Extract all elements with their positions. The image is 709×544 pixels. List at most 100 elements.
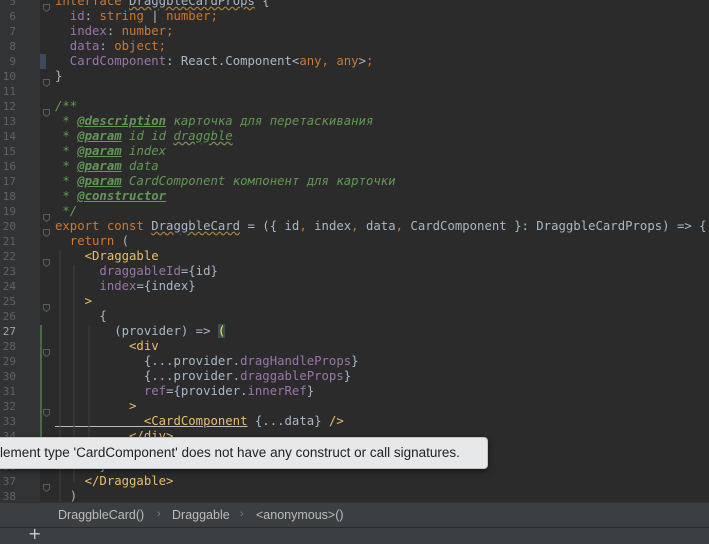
bottom-toolbar: + (0, 526, 709, 544)
code-line[interactable]: 30 {...provider.draggableProps} (0, 369, 709, 384)
code-line[interactable]: 31 ref={provider.innerRef} (0, 384, 709, 399)
code-token: any (299, 54, 322, 68)
fold-marker-icon[interactable] (43, 102, 50, 118)
code-token: index (55, 279, 137, 293)
code-line[interactable]: 13 * @description карточка для перетаски… (0, 114, 709, 129)
code-token: ref (55, 384, 167, 398)
fold-marker-icon[interactable] (43, 402, 50, 418)
code-token: } (306, 384, 315, 398)
code-line[interactable]: 8 data: object; (0, 39, 709, 54)
code-line[interactable]: 19 */ (0, 204, 709, 223)
code-token: <div (55, 339, 159, 353)
code-line[interactable]: 24 index={index} (0, 279, 709, 294)
code-token: id id (121, 129, 174, 143)
code-line[interactable]: 38 ) (0, 489, 709, 502)
code-line[interactable]: 22 <Draggable (0, 249, 709, 268)
breadcrumb-item-draggblecard[interactable]: DraggbleCard() (58, 508, 144, 522)
fold-marker-icon[interactable] (43, 297, 50, 313)
code-token: export const (55, 219, 152, 233)
code-text: <Draggable (55, 249, 159, 264)
code-text: * @constructor (55, 189, 166, 204)
code-token: draggableProps (240, 369, 344, 383)
line-number: 11 (2, 85, 16, 98)
code-token: @param (77, 144, 122, 158)
breadcrumb: DraggbleCard() › Draggable › <anonymous>… (0, 502, 709, 527)
code-token: > (358, 54, 366, 68)
code-line[interactable]: 29 {...provider.dragHandleProps} (0, 354, 709, 369)
line-number: 15 (2, 145, 16, 158)
line-number: 13 (2, 115, 16, 128)
plus-icon[interactable]: + (28, 526, 42, 542)
code-token: @param (77, 129, 122, 143)
code-line[interactable]: 7 index: number; (0, 24, 709, 39)
code-line[interactable]: 12 /** (0, 99, 709, 118)
code-text: id: string | number; (55, 9, 218, 24)
code-line[interactable]: 10} (0, 69, 709, 88)
code-line[interactable]: 18 * @constructor (0, 189, 709, 204)
code-token: : (99, 39, 115, 53)
line-number: 20 (2, 220, 16, 233)
code-line[interactable]: 27 (provider) => ( (0, 324, 709, 339)
code-text: index={index} (55, 279, 196, 294)
code-text: { (55, 309, 106, 324)
code-token: string (99, 9, 144, 23)
code-token: number (166, 9, 211, 23)
code-token: ; (158, 39, 167, 53)
line-number: 14 (2, 130, 16, 143)
line-number: 19 (2, 205, 16, 218)
breadcrumb-item-anonymous[interactable]: <anonymous>() (256, 508, 344, 522)
code-token: DraggbleCard (151, 219, 241, 233)
code-token: id (55, 9, 85, 23)
line-number: 23 (2, 265, 16, 278)
code-line[interactable]: 11 (0, 84, 709, 99)
fold-marker-icon[interactable] (43, 477, 50, 493)
error-tooltip: lement type 'CardComponent' does not hav… (0, 437, 488, 469)
code-token: : React.Component< (166, 54, 300, 68)
code-token: object (114, 39, 159, 53)
code-text: > (55, 294, 92, 309)
code-token: ={index} (136, 279, 196, 293)
code-line[interactable]: 6 id: string | number; (0, 9, 709, 24)
fold-marker-icon[interactable] (43, 207, 50, 223)
code-text: {...provider.dragHandleProps} (55, 354, 359, 369)
code-line[interactable]: 20 export const DraggbleCard = ({ id, ind… (0, 219, 709, 238)
code-text: ref={provider.innerRef} (55, 384, 314, 399)
code-line[interactable]: 26 { (0, 309, 709, 324)
code-line[interactable]: 23 draggableId={id} (0, 264, 709, 279)
fold-marker-icon[interactable] (43, 0, 50, 13)
code-token: any (336, 54, 359, 68)
code-editor[interactable]: 5 interface DraggbleCardProps {6 id: stri… (0, 0, 709, 502)
code-token: index (314, 219, 352, 233)
code-token: * (55, 159, 78, 173)
code-line[interactable]: 28 <div (0, 339, 709, 358)
code-text: * @param index (55, 144, 166, 159)
code-token: ; (210, 9, 218, 23)
line-number: 37 (2, 475, 16, 488)
fold-marker-icon[interactable] (43, 222, 50, 238)
code-token: } (351, 354, 359, 368)
code-line[interactable]: 17 * @param CardComponent компонент для … (0, 174, 709, 189)
code-line[interactable]: 25 > (0, 294, 709, 313)
line-number: 38 (2, 490, 16, 502)
code-text: CardComponent: React.Component<any, any>… (55, 54, 374, 69)
code-line[interactable]: 14 * @param id id draggble (0, 129, 709, 144)
code-text: ) (55, 489, 77, 502)
line-number: 27 (2, 325, 16, 338)
line-number: 9 (9, 55, 16, 68)
fold-marker-icon[interactable] (43, 342, 50, 358)
code-line[interactable]: 9 CardComponent: React.Component<any, an… (0, 54, 709, 69)
code-line[interactable]: 21 return ( (0, 234, 709, 249)
code-line[interactable]: 15 * @param index (0, 144, 709, 159)
fold-marker-icon[interactable] (43, 72, 50, 88)
code-token: return (55, 234, 122, 248)
code-token: ; (166, 24, 174, 38)
breadcrumb-item-draggable[interactable]: Draggable (172, 508, 230, 522)
code-token: * (55, 174, 78, 188)
code-line[interactable]: 33 <CardComponent {...data} /> (0, 414, 709, 429)
code-text: (provider) => ( (55, 324, 226, 339)
code-line[interactable]: 32 > (0, 399, 709, 418)
code-line[interactable]: 16 * @param data (0, 159, 709, 174)
fold-marker-icon[interactable] (43, 252, 50, 268)
code-line[interactable]: 5 interface DraggbleCardProps { (0, 0, 709, 13)
code-line[interactable]: 37 </Draggable> (0, 474, 709, 493)
